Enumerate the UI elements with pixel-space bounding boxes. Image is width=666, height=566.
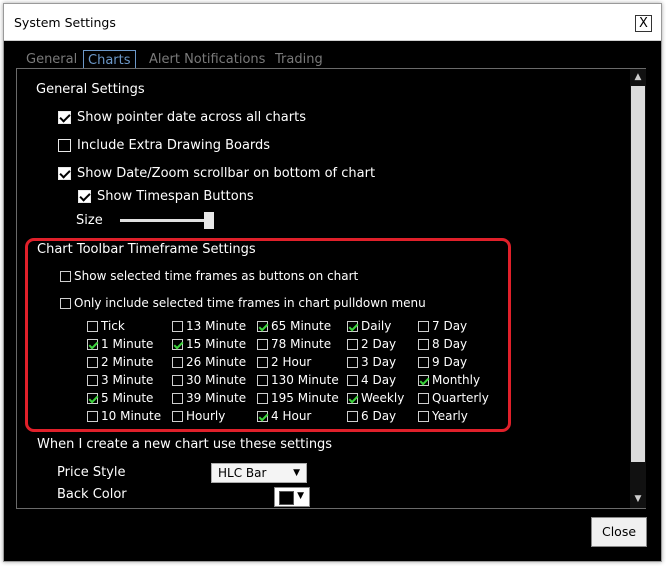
timeframe-label: 4 Day: [361, 373, 397, 387]
timeframe-label: 2 Day: [361, 337, 397, 351]
size-slider-track[interactable]: [120, 219, 213, 222]
pulldown-only-checkbox[interactable]: [60, 298, 71, 309]
timeframe-label: 78 Minute: [271, 337, 332, 351]
timeframe-checkbox[interactable]: [87, 411, 98, 422]
window-title: System Settings: [14, 15, 116, 30]
timeframe-checkbox[interactable]: [172, 375, 183, 386]
timeframe-checkbox[interactable]: [257, 357, 268, 368]
timeframe-label: 1 Minute: [101, 337, 154, 351]
pulldown-only-label: Only include selected time frames in cha…: [74, 296, 426, 310]
timeframe-label: Quarterly: [432, 391, 489, 405]
timeframe-checkbox[interactable]: [172, 411, 183, 422]
timeframe-checkbox[interactable]: [257, 393, 268, 404]
timeframe-checkbox[interactable]: [347, 393, 358, 404]
timespan-buttons-label: Show Timespan Buttons: [97, 189, 254, 204]
timeframe-checkbox[interactable]: [418, 411, 429, 422]
close-button[interactable]: Close: [591, 517, 647, 547]
timeframe-checkbox[interactable]: [418, 339, 429, 350]
timeframe-checkbox[interactable]: [347, 339, 358, 350]
timeframe-label: 3 Minute: [101, 373, 154, 387]
timeframe-checkbox[interactable]: [87, 375, 98, 386]
general-settings-heading: General Settings: [36, 82, 145, 97]
timeframe-label: 30 Minute: [186, 373, 247, 387]
timeframe-checkbox[interactable]: [87, 339, 98, 350]
timeframe-label: 4 Hour: [271, 409, 312, 423]
timeframe-label: 3 Day: [361, 355, 397, 369]
pointer-date-checkbox[interactable]: [58, 111, 71, 124]
scroll-up-icon[interactable]: ▲: [630, 69, 646, 85]
new-chart-heading: When I create a new chart use these sett…: [37, 437, 333, 452]
timeframe-label: 130 Minute: [271, 373, 339, 387]
timeframe-label: Daily: [361, 319, 392, 333]
tab-trading[interactable]: Trading: [275, 50, 323, 70]
charts-settings-panel: General Settings Show pointer date acros…: [16, 68, 646, 509]
timeframe-checkbox[interactable]: [418, 321, 429, 332]
timeframe-label: 13 Minute: [186, 319, 247, 333]
timeframe-label: 7 Day: [432, 319, 468, 333]
price-style-select[interactable]: HLC Bar ▼: [211, 463, 307, 483]
timeframe-checkbox[interactable]: [172, 339, 183, 350]
timeframe-label: 5 Minute: [101, 391, 154, 405]
chevron-down-icon: ▼: [297, 491, 304, 501]
timeframe-checkbox[interactable]: [418, 375, 429, 386]
show-as-buttons-label: Show selected time frames as buttons on …: [74, 269, 359, 283]
scrollbar-thumb[interactable]: [631, 86, 645, 462]
timeframe-label: 26 Minute: [186, 355, 247, 369]
timeframe-checkbox[interactable]: [347, 411, 358, 422]
back-color-picker[interactable]: ▼: [274, 487, 310, 507]
timeframe-label: Weekly: [361, 391, 405, 405]
timeframe-settings-heading: Chart Toolbar Timeframe Settings: [37, 242, 256, 257]
timeframe-checkbox[interactable]: [257, 321, 268, 332]
scroll-down-icon[interactable]: ▼: [630, 491, 646, 507]
timeframe-label: Hourly: [186, 409, 226, 423]
extra-drawing-boards-checkbox[interactable]: [58, 139, 71, 152]
timeframe-checkbox[interactable]: [172, 357, 183, 368]
timeframe-checkbox[interactable]: [257, 339, 268, 350]
back-color-swatch: [279, 491, 294, 505]
close-window-icon[interactable]: X: [635, 15, 652, 32]
show-as-buttons-checkbox[interactable]: [60, 271, 71, 282]
pointer-date-label: Show pointer date across all charts: [77, 110, 306, 125]
timeframe-label: 65 Minute: [271, 319, 332, 333]
timeframe-label: 15 Minute: [186, 337, 247, 351]
size-slider-thumb[interactable]: [204, 212, 214, 229]
timeframe-checkbox[interactable]: [418, 357, 429, 368]
timeframe-checkbox[interactable]: [347, 321, 358, 332]
timeframe-label: Monthly: [432, 373, 481, 387]
system-settings-window: System Settings X General Charts Alert N…: [3, 3, 662, 562]
timeframe-label: 2 Hour: [271, 355, 312, 369]
timeframe-label: 195 Minute: [271, 391, 339, 405]
timeframe-label: 6 Day: [361, 409, 397, 423]
chevron-down-icon: ▼: [293, 468, 300, 478]
timeframe-checkbox[interactable]: [418, 393, 429, 404]
date-zoom-scrollbar-label: Show Date/Zoom scrollbar on bottom of ch…: [77, 166, 376, 181]
timeframe-checkbox[interactable]: [347, 357, 358, 368]
date-zoom-scrollbar-checkbox[interactable]: [58, 167, 71, 180]
timeframe-label: 8 Day: [432, 337, 468, 351]
timeframe-label: 39 Minute: [186, 391, 247, 405]
size-label: Size: [76, 213, 103, 228]
timespan-buttons-checkbox[interactable]: [78, 190, 91, 203]
timeframe-checkbox[interactable]: [87, 321, 98, 332]
timeframe-checkbox[interactable]: [172, 393, 183, 404]
timeframe-checkbox[interactable]: [347, 375, 358, 386]
back-color-label: Back Color: [57, 487, 127, 502]
timeframe-checkbox[interactable]: [257, 411, 268, 422]
panel-scrollbar[interactable]: ▲ ▼: [630, 69, 646, 508]
timeframe-label: 9 Day: [432, 355, 468, 369]
extra-drawing-boards-label: Include Extra Drawing Boards: [77, 138, 271, 153]
timeframe-label: 10 Minute: [101, 409, 162, 423]
timeframe-checkbox[interactable]: [87, 393, 98, 404]
timeframe-label: Tick: [101, 319, 125, 333]
timeframe-checkbox[interactable]: [87, 357, 98, 368]
tab-general[interactable]: General: [26, 50, 77, 70]
timeframe-label: Yearly: [432, 409, 468, 423]
timeframe-checkbox[interactable]: [172, 321, 183, 332]
price-style-label: Price Style: [57, 465, 126, 480]
title-bar: System Settings X: [4, 4, 661, 41]
tab-alert-notifications[interactable]: Alert Notifications: [149, 50, 265, 70]
timeframe-label: 2 Minute: [101, 355, 154, 369]
price-style-value: HLC Bar: [218, 466, 267, 480]
timeframe-checkbox[interactable]: [257, 375, 268, 386]
